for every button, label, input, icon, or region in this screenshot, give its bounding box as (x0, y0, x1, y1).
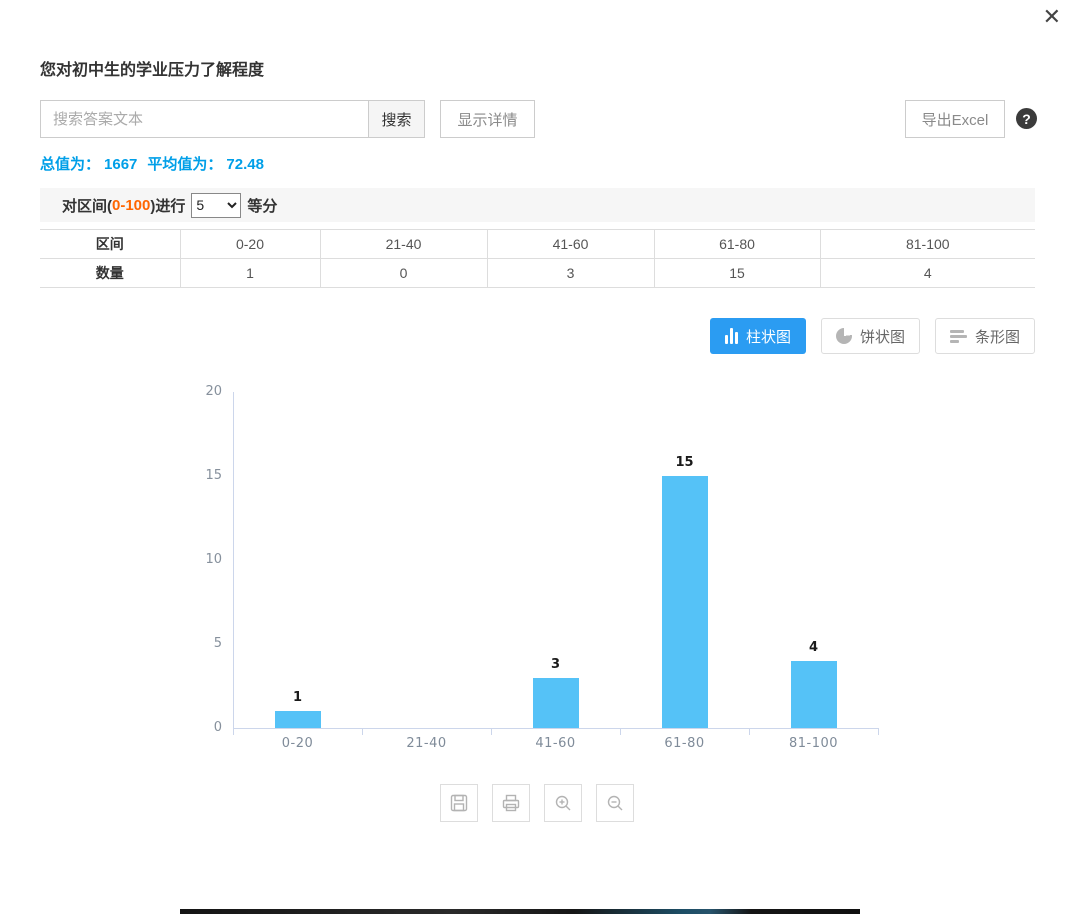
table-cell: 4 (820, 259, 1035, 288)
interval-range: 0-100 (112, 197, 150, 214)
export-excel-button[interactable]: 导出Excel (905, 100, 1005, 138)
interval-prefix: 对区间( (62, 195, 112, 216)
x-axis-tick (491, 728, 492, 735)
table-row-header: 区间 (40, 230, 180, 259)
table-row: 数量 1 0 3 15 4 (40, 259, 1035, 288)
table-cell: 41-60 (487, 230, 654, 259)
chart-toolbar (440, 784, 634, 822)
x-axis-tick (620, 728, 621, 735)
y-axis-tick-label: 5 (188, 636, 222, 651)
interval-unit: 等分 (247, 195, 277, 216)
x-axis-tick (362, 728, 363, 735)
x-axis-tick (749, 728, 750, 735)
bar-chart-icon (950, 330, 967, 343)
bar-value-label: 4 (784, 640, 844, 655)
print-icon (500, 792, 522, 814)
background-page-remnant (180, 909, 860, 914)
table-cell: 1 (180, 259, 320, 288)
bar-value-label: 3 (526, 657, 586, 672)
x-axis-category-label: 21-40 (362, 736, 491, 751)
total-label: 总值为： (40, 156, 100, 173)
average-label: 平均值为： (147, 156, 222, 173)
chart-bar[interactable] (275, 711, 321, 728)
question-stats-modal: ✕ 您对初中生的学业压力了解程度 搜索 显示详情 导出Excel ? 总值为：1… (0, 0, 1074, 914)
search-button[interactable]: 搜索 (368, 100, 425, 138)
table-row-header: 数量 (40, 259, 180, 288)
zoom-out-icon (604, 792, 626, 814)
table-cell: 3 (487, 259, 654, 288)
pie-chart-label: 饼状图 (860, 326, 905, 347)
column-chart-icon (725, 328, 738, 344)
average-value: 72.48 (226, 156, 264, 173)
chart-x-axis (233, 728, 878, 729)
x-axis-category-label: 61-80 (620, 736, 749, 751)
table-cell: 81-100 (820, 230, 1035, 259)
column-chart: 0 5 10 15 20 0-20 1 21-4041-60 3 61-80 15 81-100 4 (0, 380, 1074, 770)
table-cell: 21-40 (320, 230, 487, 259)
save-icon (448, 792, 470, 814)
y-axis-tick-label: 20 (188, 384, 222, 399)
print-button[interactable] (492, 784, 530, 822)
x-axis-tick (878, 728, 879, 735)
total-value: 1667 (104, 156, 137, 173)
zoom-out-button[interactable] (596, 784, 634, 822)
x-axis-category-label: 0-20 (233, 736, 362, 751)
column-chart-button[interactable]: 柱状图 (710, 318, 806, 354)
table-cell: 0-20 (180, 230, 320, 259)
chart-bar[interactable] (662, 476, 708, 728)
bar-chart-button[interactable]: 条形图 (935, 318, 1035, 354)
close-icon[interactable]: ✕ (1043, 6, 1061, 28)
interval-settings-bar: 对区间(0-100)进行 5 等分 (40, 188, 1035, 222)
column-chart-label: 柱状图 (746, 326, 791, 347)
table-row: 区间 0-20 21-40 41-60 61-80 81-100 (40, 230, 1035, 259)
interval-table: 区间 0-20 21-40 41-60 61-80 81-100 数量 1 0 … (40, 229, 1035, 288)
save-image-button[interactable] (440, 784, 478, 822)
y-axis-tick-label: 10 (188, 552, 222, 567)
help-icon[interactable]: ? (1016, 108, 1037, 129)
y-axis-tick-label: 15 (188, 468, 222, 483)
stats-line: 总值为：1667 平均值为：72.48 (40, 153, 268, 174)
x-axis-category-label: 41-60 (491, 736, 620, 751)
bar-chart-label: 条形图 (975, 326, 1020, 347)
chart-type-switcher: 柱状图 饼状图 条形图 (710, 318, 1035, 354)
table-cell: 61-80 (654, 230, 820, 259)
chart-bar[interactable] (533, 678, 579, 728)
x-axis-category-label: 81-100 (749, 736, 878, 751)
chart-y-axis (233, 392, 234, 735)
pie-chart-button[interactable]: 饼状图 (821, 318, 920, 354)
bar-value-label: 15 (655, 455, 715, 470)
chart-bar[interactable] (791, 661, 837, 728)
question-title: 您对初中生的学业压力了解程度 (40, 56, 264, 80)
show-detail-button[interactable]: 显示详情 (440, 100, 535, 138)
zoom-in-icon (552, 792, 574, 814)
table-cell: 0 (320, 259, 487, 288)
y-axis-tick-label: 0 (188, 720, 222, 735)
bar-value-label: 1 (268, 690, 328, 705)
table-cell: 15 (654, 259, 820, 288)
zoom-in-button[interactable] (544, 784, 582, 822)
search-input[interactable] (40, 100, 368, 138)
interval-suffix: )进行 (150, 195, 185, 216)
pie-chart-icon (836, 328, 852, 344)
interval-count-select[interactable]: 5 (191, 193, 241, 218)
